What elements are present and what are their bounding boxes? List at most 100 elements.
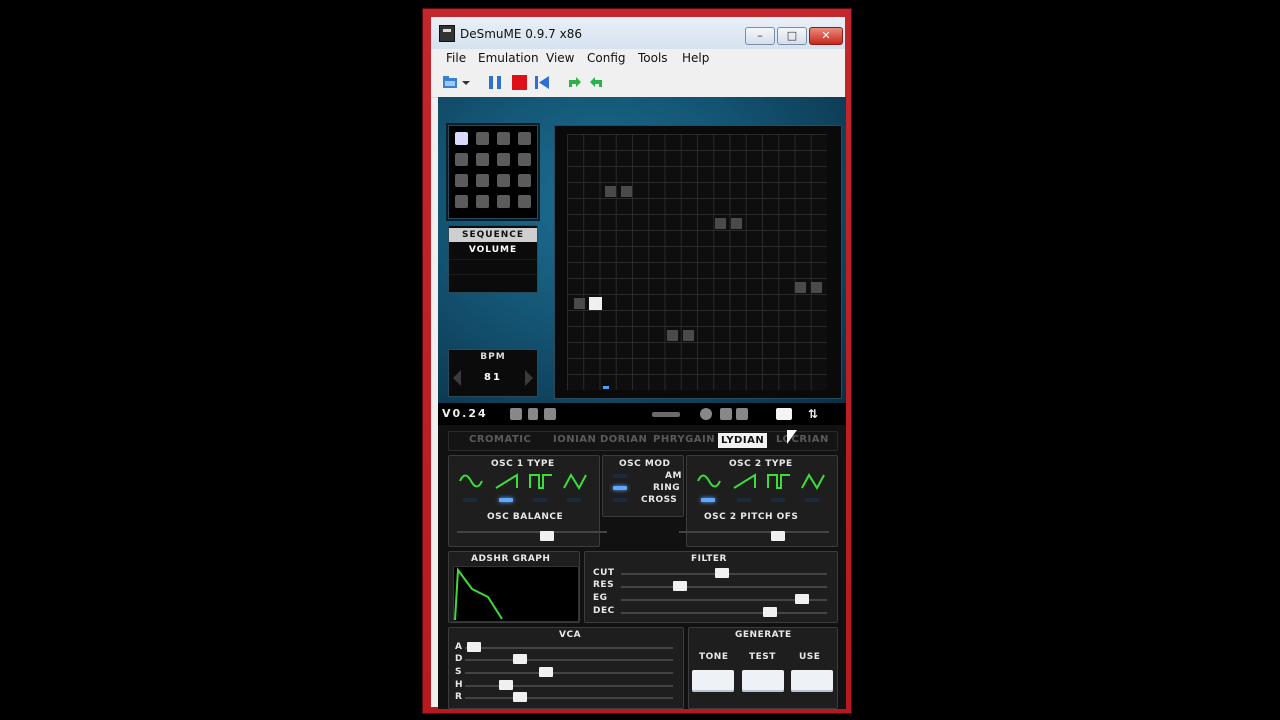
osc-mod-led <box>613 474 627 478</box>
menu-emulation[interactable]: Emulation <box>478 51 539 65</box>
scroll-indicator[interactable] <box>652 412 680 417</box>
grid-note[interactable] <box>621 186 632 197</box>
grid-note[interactable] <box>811 282 822 293</box>
vca-a-knob[interactable] <box>467 642 481 652</box>
pattern-pad[interactable] <box>518 132 531 145</box>
menu-view[interactable]: View <box>546 51 574 65</box>
menu-tools[interactable]: Tools <box>638 51 668 65</box>
copy-icon[interactable] <box>510 408 522 420</box>
reset-icon[interactable] <box>534 75 550 90</box>
title-bar[interactable]: DeSmuME 0.9.7 x86 – □ ✕ <box>431 17 845 49</box>
clear-icon[interactable] <box>544 408 556 420</box>
maximize-button[interactable]: □ <box>777 27 807 45</box>
pause-icon[interactable] <box>487 75 503 90</box>
vca-s-track[interactable] <box>465 672 673 674</box>
menu-file[interactable]: File <box>446 51 466 65</box>
pattern-pad[interactable] <box>455 195 468 208</box>
square-wave-icon[interactable] <box>767 472 791 490</box>
use-label: USE <box>799 652 821 662</box>
saw-wave-icon[interactable] <box>495 472 519 490</box>
osc-balance-track[interactable] <box>457 531 607 533</box>
filter-res-track[interactable] <box>621 586 827 588</box>
vca-d-knob[interactable] <box>513 654 527 664</box>
pattern-pad[interactable] <box>497 195 510 208</box>
pattern-pad[interactable] <box>518 153 531 166</box>
vca-r-knob[interactable] <box>513 692 527 702</box>
tab-phrygain[interactable]: PHRYGAIN <box>653 434 715 445</box>
vca-s-knob[interactable] <box>539 667 553 677</box>
mod-option-am[interactable]: AM <box>665 471 682 481</box>
loop-icon[interactable] <box>700 408 712 420</box>
grid-note[interactable] <box>667 330 678 341</box>
filter-cut-knob[interactable] <box>715 568 729 578</box>
menu-config[interactable]: Config <box>587 51 626 65</box>
tab-locrian[interactable]: LOCRIAN <box>776 434 829 445</box>
pattern-pad[interactable] <box>455 174 468 187</box>
open-rom-icon[interactable] <box>442 75 458 90</box>
grid-note-selected[interactable] <box>589 297 602 310</box>
grid-note[interactable] <box>715 218 726 229</box>
osc-mod-label: OSC MOD <box>619 459 671 469</box>
test-button[interactable] <box>742 670 784 692</box>
pattern-pad[interactable] <box>476 195 489 208</box>
note-icon[interactable] <box>720 408 732 420</box>
pattern-pad[interactable] <box>518 174 531 187</box>
mod-option-cross[interactable]: CROSS <box>641 495 677 505</box>
pattern-pad[interactable] <box>476 153 489 166</box>
grid-note[interactable] <box>795 282 806 293</box>
note-alt-icon[interactable] <box>736 408 748 420</box>
pattern-pad[interactable] <box>476 174 489 187</box>
tone-button[interactable] <box>692 670 734 692</box>
sine-wave-icon[interactable] <box>459 472 483 490</box>
grid-note[interactable] <box>574 298 585 309</box>
filter-res-knob[interactable] <box>673 581 687 591</box>
dropdown-arrow-icon[interactable] <box>462 75 470 90</box>
rotate-right-icon[interactable] <box>589 75 605 90</box>
stop-icon[interactable] <box>511 75 527 90</box>
ds-screen[interactable]: SEQUENCE VOLUME BPM 81 V0.24 ⇅ CROMATIC … <box>438 97 846 709</box>
step-grid[interactable] <box>567 134 827 390</box>
use-button[interactable] <box>791 670 833 692</box>
tab-lydian[interactable]: LYDIAN <box>718 433 768 448</box>
mod-option-ring[interactable]: RING <box>653 483 680 493</box>
up-down-arrows-icon[interactable]: ⇅ <box>808 408 832 420</box>
minimize-button[interactable]: – <box>745 27 775 45</box>
pattern-pad[interactable] <box>497 174 510 187</box>
menu-help[interactable]: Help <box>682 51 709 65</box>
triangle-wave-icon[interactable] <box>801 472 825 490</box>
grid-note[interactable] <box>683 330 694 341</box>
pattern-pad[interactable] <box>455 132 468 145</box>
osc-balance-knob[interactable] <box>540 531 554 541</box>
vca-d-track[interactable] <box>465 659 673 661</box>
tab-cromatic[interactable]: CROMATIC <box>469 434 531 445</box>
triangle-wave-icon[interactable] <box>563 472 587 490</box>
square-wave-icon[interactable] <box>529 472 553 490</box>
vca-r-track[interactable] <box>465 697 673 699</box>
vca-h-knob[interactable] <box>499 680 513 690</box>
vca-h-track[interactable] <box>465 685 673 687</box>
grid-note[interactable] <box>605 186 616 197</box>
paste-icon[interactable] <box>528 408 538 420</box>
filter-eg-knob[interactable] <box>795 594 809 604</box>
grid-note[interactable] <box>731 218 742 229</box>
close-button[interactable]: ✕ <box>809 27 843 45</box>
pattern-pad[interactable] <box>497 132 510 145</box>
filter-dec-knob[interactable] <box>763 607 777 617</box>
rotate-left-icon[interactable] <box>566 75 582 90</box>
filter-dec-track[interactable] <box>621 612 827 614</box>
saw-wave-icon[interactable] <box>733 472 757 490</box>
pattern-pad[interactable] <box>518 195 531 208</box>
vca-a-track[interactable] <box>465 647 673 649</box>
pattern-pad[interactable] <box>455 153 468 166</box>
tab-ionian[interactable]: IONIAN <box>553 434 596 445</box>
mode-sequence[interactable]: SEQUENCE <box>449 228 537 242</box>
pattern-pad[interactable] <box>497 153 510 166</box>
sine-wave-icon[interactable] <box>697 472 721 490</box>
osc2-pitch-knob[interactable] <box>771 531 785 541</box>
mode-volume[interactable]: VOLUME <box>449 243 537 257</box>
tab-dorian[interactable]: DORIAN <box>600 434 647 445</box>
pattern-pad[interactable] <box>476 132 489 145</box>
osc2-pitch-track[interactable] <box>679 531 829 533</box>
bpm-increase-arrow-icon[interactable] <box>525 370 533 386</box>
stop-square-icon[interactable] <box>776 408 792 420</box>
